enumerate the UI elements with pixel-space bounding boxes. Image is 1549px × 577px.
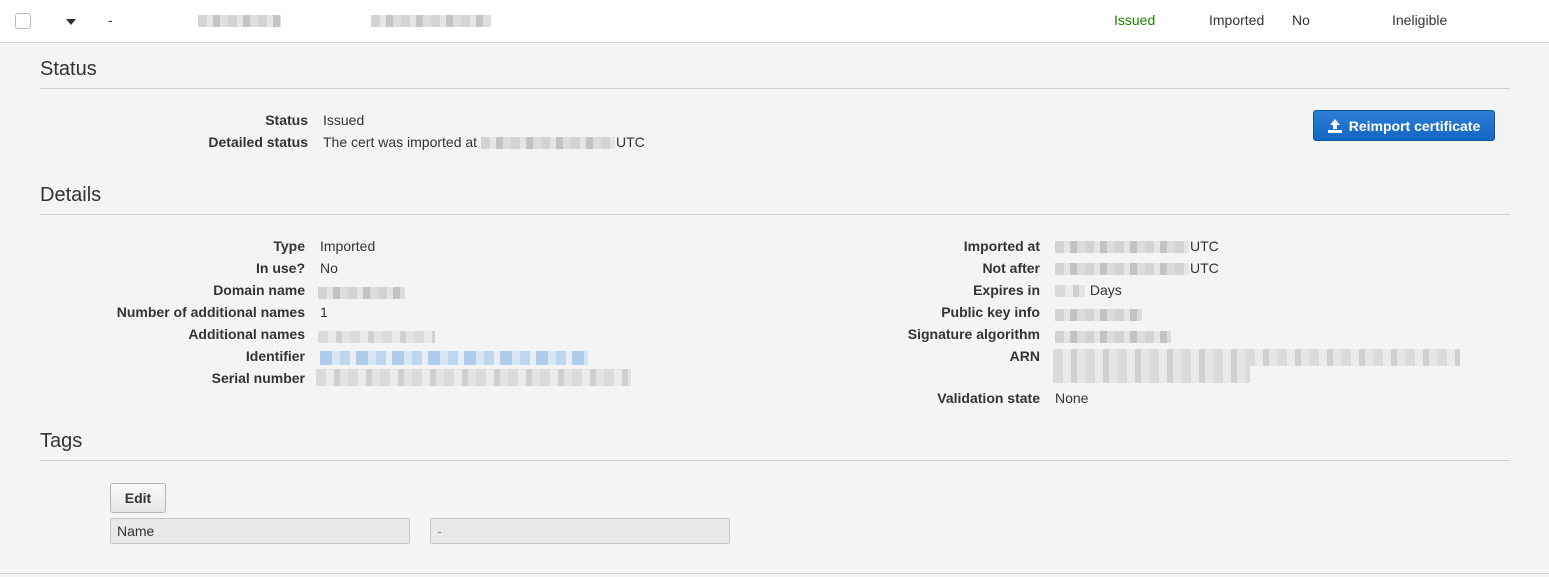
row-in-use: No	[1292, 12, 1310, 28]
signature-algorithm-label: Signature algorithm	[907, 326, 1040, 342]
serial-number-redacted	[316, 368, 631, 386]
arn-value	[1053, 349, 1461, 383]
public-key-info-redacted	[1055, 309, 1142, 322]
edit-tags-button[interactable]: Edit	[110, 483, 166, 513]
domain-name-redacted	[318, 287, 405, 300]
imported-at-suffix: UTC	[1190, 238, 1219, 254]
reimport-certificate-label: Reimport certificate	[1348, 117, 1481, 134]
validation-state-value: None	[1055, 390, 1089, 406]
domain-name-label: Domain name	[213, 282, 305, 298]
public-key-info-value	[1055, 306, 1143, 323]
expires-in-label: Expires in	[973, 282, 1040, 298]
expires-in-suffix: Days	[1089, 282, 1122, 298]
row-renewal-eligibility: Ineligible	[1392, 12, 1448, 28]
serial-number-value	[316, 368, 632, 386]
detailed-status-value: The cert was imported at UTC	[323, 134, 645, 151]
row-checkbox[interactable]	[15, 13, 31, 29]
additional-names-label: Additional names	[188, 326, 305, 342]
tag-value-field[interactable]: -	[430, 518, 730, 544]
additional-names-value	[318, 328, 436, 345]
upload-icon	[1327, 118, 1342, 133]
row-domain-redacted	[198, 15, 281, 27]
additional-names-count-label: Number of additional names	[116, 304, 305, 320]
status-divider	[40, 88, 1510, 89]
caret-down-icon[interactable]	[66, 19, 76, 25]
panel-bottom-border	[0, 573, 1549, 574]
arn-redacted-line-2	[1053, 366, 1250, 383]
imported-at-label: Imported at	[963, 238, 1040, 254]
signature-algorithm-value	[1055, 328, 1172, 345]
details-section-title: Details	[40, 184, 102, 206]
reimport-certificate-button[interactable]: Reimport certificate	[1313, 110, 1495, 141]
in-use-value: No	[320, 260, 338, 276]
tags-section-title: Tags	[40, 430, 83, 452]
status-label: Status	[265, 112, 308, 128]
domain-name-value	[318, 284, 406, 301]
signature-algorithm-redacted	[1055, 331, 1171, 344]
not-after-redacted	[1055, 263, 1189, 276]
identifier-link-redacted[interactable]	[320, 351, 588, 366]
in-use-label: In use?	[255, 260, 305, 276]
expires-in-value: Days	[1055, 282, 1122, 299]
serial-number-label: Serial number	[211, 370, 305, 386]
additional-names-redacted	[318, 331, 435, 344]
detailed-status-date-redacted	[480, 137, 615, 150]
tags-divider	[40, 460, 1510, 461]
identifier-label: Identifier	[245, 348, 305, 364]
arn-label: ARN	[1009, 348, 1040, 364]
status-value: Issued	[323, 112, 365, 128]
public-key-info-label: Public key info	[941, 304, 1040, 320]
status-section-title: Status	[40, 58, 97, 80]
row-additional-names-redacted	[371, 15, 491, 27]
tag-name-field[interactable]: Name	[110, 518, 410, 544]
detailed-status-prefix: The cert was imported at	[323, 134, 478, 150]
imported-at-value: UTC	[1055, 238, 1219, 255]
detailed-status-label: Detailed status	[208, 134, 308, 150]
validation-state-label: Validation state	[937, 390, 1040, 406]
row-type: Imported	[1209, 12, 1265, 28]
additional-names-count-value: 1	[320, 304, 328, 320]
certificate-row[interactable]: - Issued Imported No Ineligible	[0, 0, 1549, 43]
details-divider	[40, 214, 1510, 215]
row-status: Issued	[1114, 12, 1156, 28]
not-after-value: UTC	[1055, 260, 1219, 277]
not-after-suffix: UTC	[1190, 260, 1219, 276]
identifier-value[interactable]	[320, 349, 589, 366]
type-value: Imported	[320, 238, 376, 254]
arn-redacted-line-1	[1053, 349, 1460, 366]
expires-in-redacted	[1055, 285, 1085, 298]
not-after-label: Not after	[982, 260, 1040, 276]
imported-at-redacted	[1055, 241, 1189, 254]
detailed-status-suffix: UTC	[615, 134, 645, 150]
row-name-dash: -	[108, 12, 113, 28]
type-label: Type	[273, 238, 305, 254]
